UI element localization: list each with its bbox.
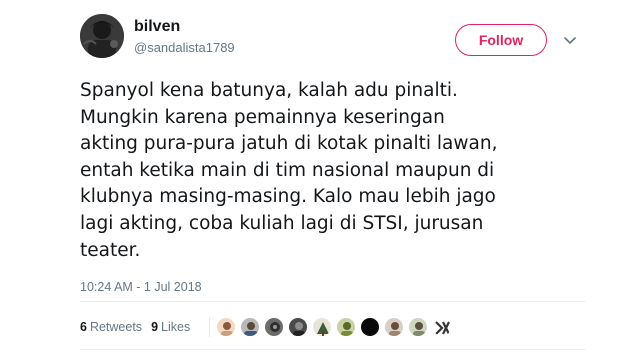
timestamp[interactable]: 10:24 AM - 1 Jul 2018 bbox=[80, 279, 202, 295]
liker-avatar[interactable] bbox=[288, 317, 309, 337]
tweet-text: Spanyol kena batunya, kalah adu pinalti.… bbox=[80, 78, 560, 264]
liker-avatar[interactable] bbox=[216, 317, 237, 337]
liker-avatar[interactable] bbox=[312, 317, 333, 337]
display-name[interactable]: bilven bbox=[134, 18, 180, 36]
liker-avatar[interactable] bbox=[360, 317, 381, 337]
tweet-text-line: akting pura-pura jatuh di kotak pinalti … bbox=[80, 133, 498, 155]
avatar[interactable] bbox=[80, 14, 124, 58]
likes-stat[interactable]: 9 Likes bbox=[151, 320, 190, 334]
retweets-count: 6 bbox=[80, 320, 87, 334]
retweets-stat[interactable]: 6 Retweets bbox=[80, 320, 142, 334]
avatar-image bbox=[80, 14, 124, 58]
liker-avatar[interactable] bbox=[408, 317, 429, 337]
liker-avatar[interactable] bbox=[432, 317, 453, 337]
follow-button[interactable]: Follow bbox=[455, 24, 547, 56]
liker-avatar[interactable] bbox=[384, 317, 405, 337]
tweet-stats: 6 Retweets 9 Likes bbox=[80, 317, 456, 337]
liker-avatars bbox=[216, 317, 456, 337]
tweet-text-line: Mungkin karena pemainnya keseringan bbox=[80, 106, 445, 128]
liker-avatar[interactable] bbox=[264, 317, 285, 337]
retweets-label: Retweets bbox=[89, 320, 143, 334]
stats-divider bbox=[209, 317, 211, 337]
tweet-text-line: Spanyol kena batunya, kalah adu pinalti. bbox=[80, 80, 458, 101]
tweet-text-line: teater. bbox=[80, 239, 141, 261]
tweet-text-line: klubnya masing-masing. Kalo mau lebih ja… bbox=[80, 186, 496, 208]
username[interactable]: @sandalista1789 bbox=[134, 40, 235, 56]
likes-label: Likes bbox=[161, 320, 191, 334]
tweet-text-line: entah ketika main di tim nasional maupun… bbox=[80, 159, 495, 181]
chevron-down-icon[interactable] bbox=[562, 34, 578, 48]
divider bbox=[80, 301, 585, 302]
tweet-text-line: lagi akting, coba kuliah lagi di STSI, j… bbox=[80, 212, 484, 234]
liker-avatar[interactable] bbox=[240, 317, 261, 337]
tweet-card: bilven @sandalista1789 Follow Spanyol ke… bbox=[0, 0, 640, 360]
divider bbox=[80, 349, 585, 350]
likes-count: 9 bbox=[151, 320, 159, 334]
liker-avatar[interactable] bbox=[336, 317, 357, 337]
